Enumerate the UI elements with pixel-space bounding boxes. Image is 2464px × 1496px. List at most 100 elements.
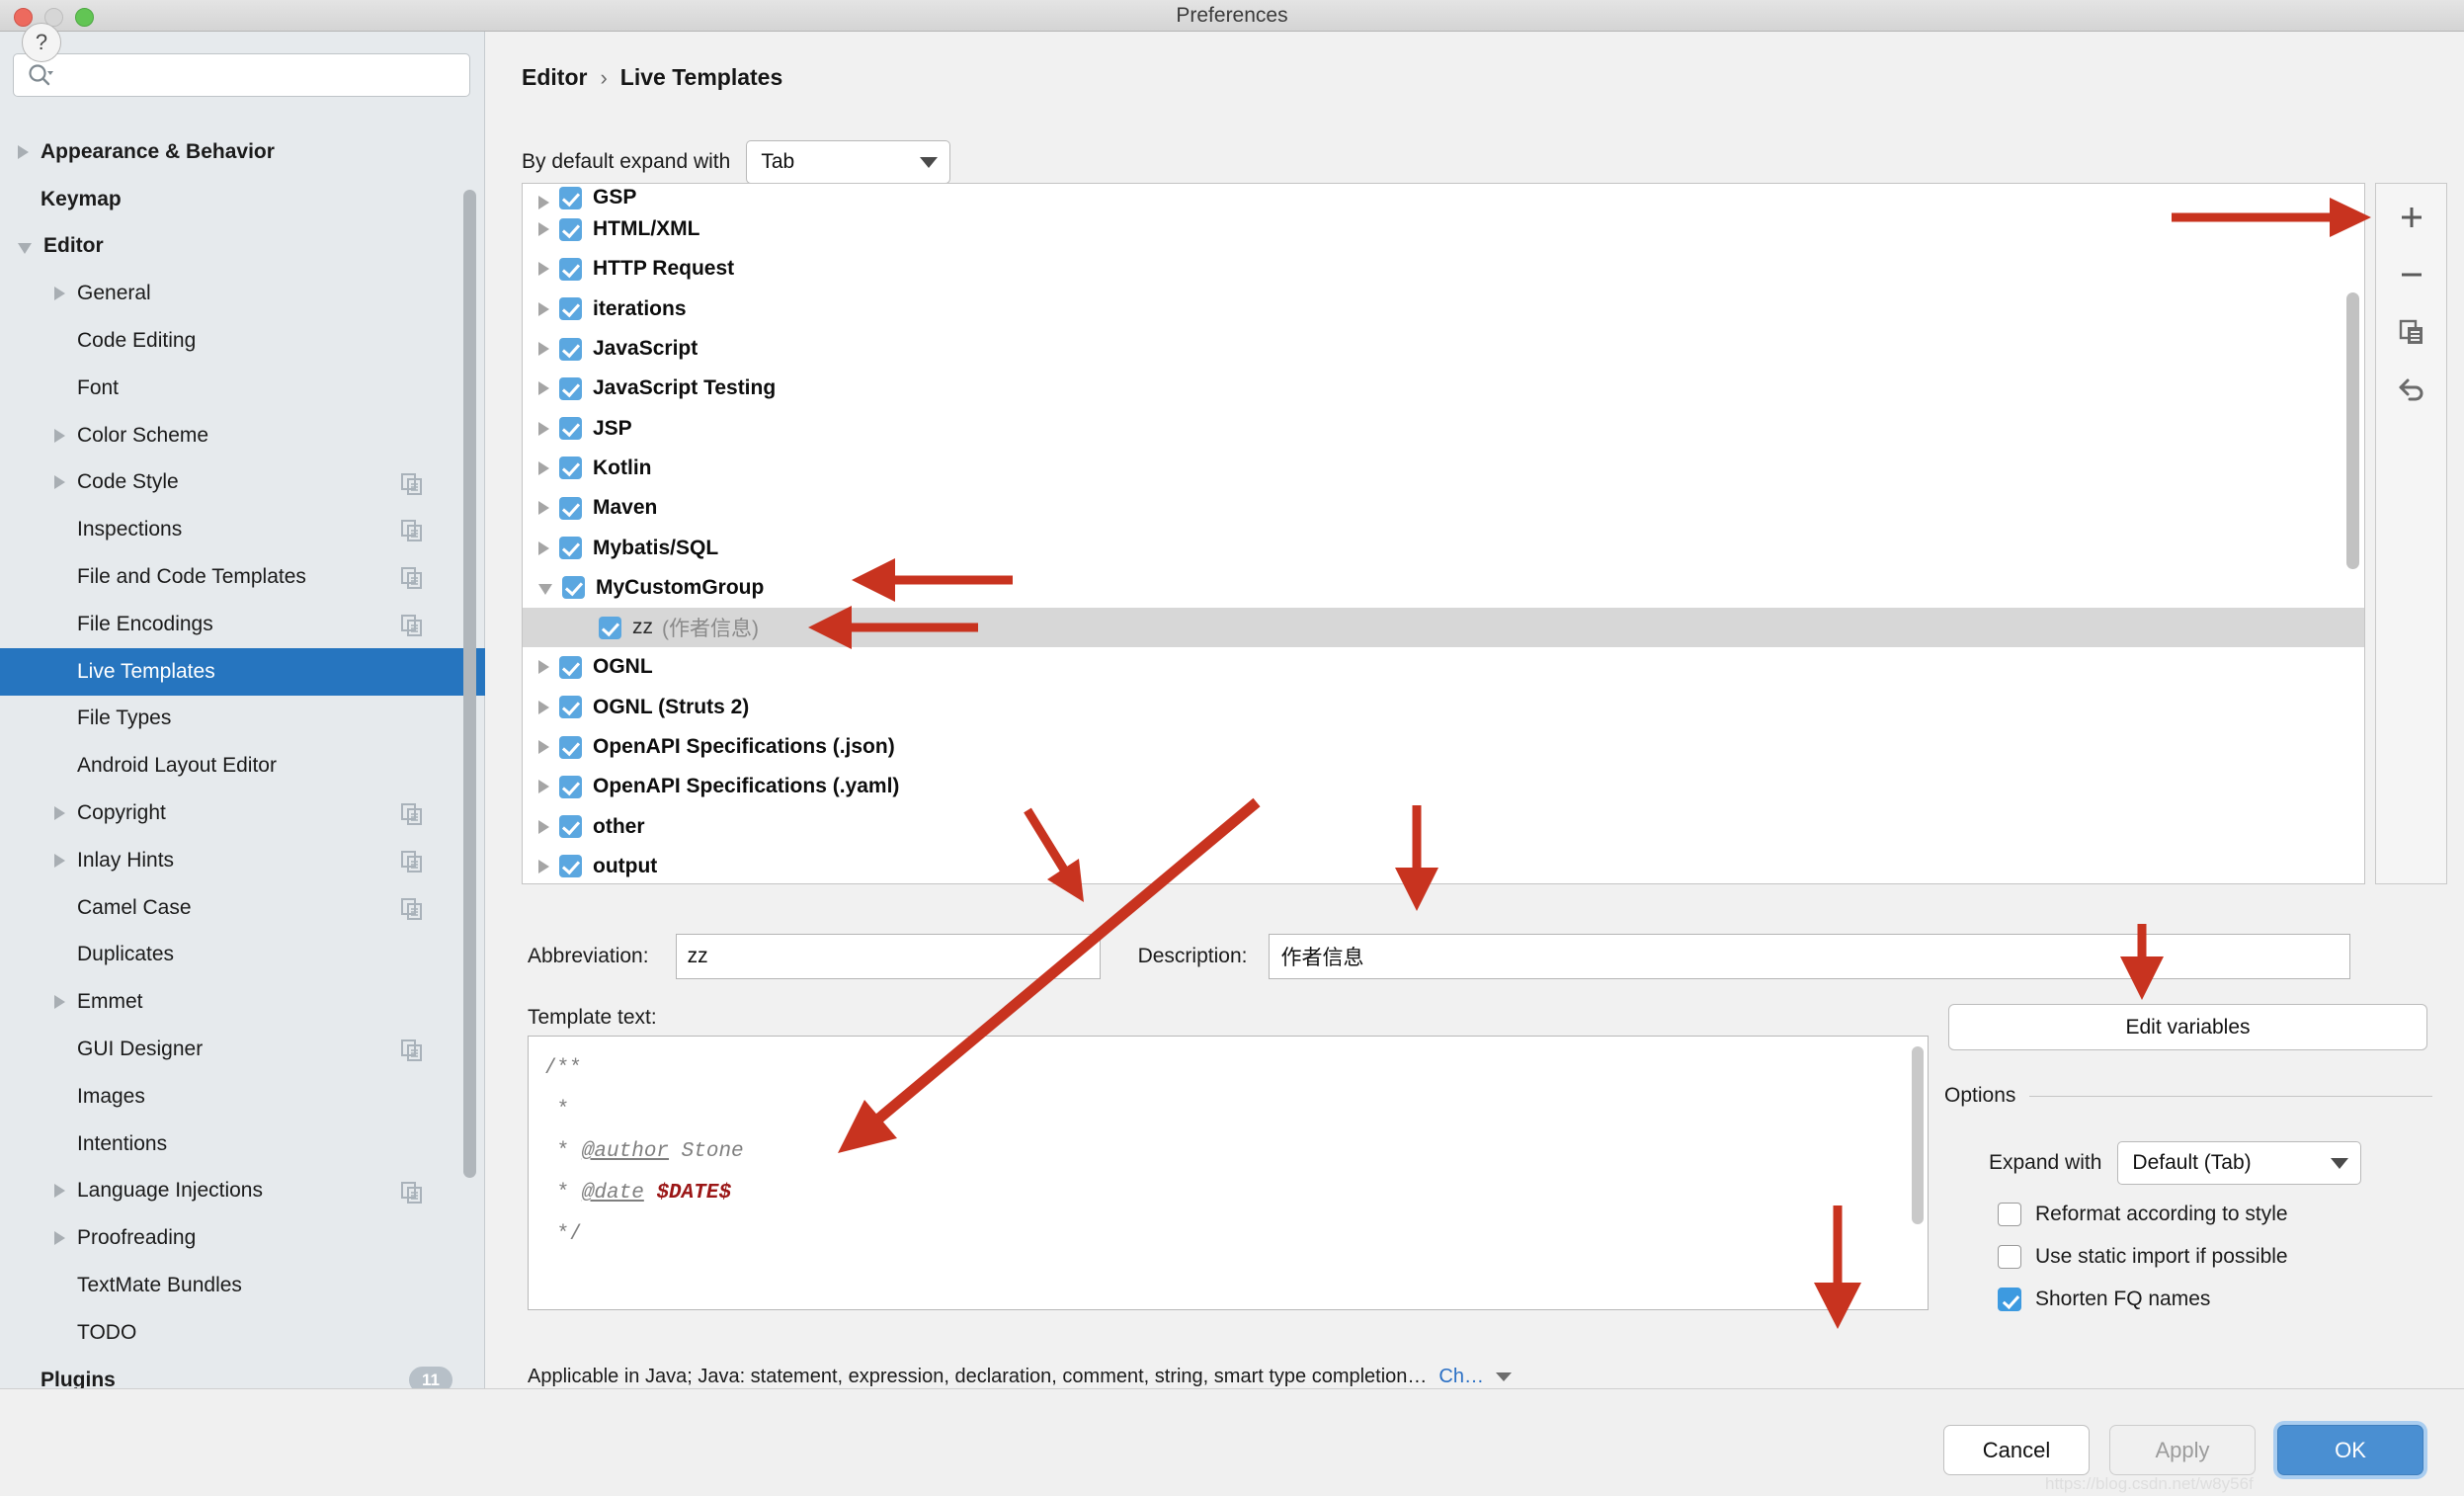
sidebar-item-proofreading[interactable]: Proofreading [0, 1214, 485, 1262]
chevron-right-icon[interactable] [538, 740, 549, 754]
sidebar-item-file-encodings[interactable]: File Encodings [0, 601, 485, 648]
chevron-right-icon[interactable] [54, 287, 65, 300]
chevron-right-icon[interactable] [538, 196, 549, 209]
template-group-checkbox[interactable] [559, 497, 582, 520]
chevron-right-icon[interactable] [538, 541, 549, 555]
template-text-editor[interactable]: /** * * @author Stone * @date $DATE$ */ [528, 1036, 1929, 1310]
sidebar-item-code-editing[interactable]: Code Editing [0, 317, 485, 365]
template-group-checkbox[interactable] [559, 417, 582, 440]
sidebar-item-appearance-behavior[interactable]: Appearance & Behavior [0, 128, 485, 176]
option-checkbox-row[interactable]: Use static import if possible [1998, 1245, 2288, 1269]
template-group-checkbox[interactable] [559, 338, 582, 361]
help-button[interactable]: ? [22, 23, 61, 62]
chevron-right-icon[interactable] [538, 701, 549, 714]
chevron-right-icon[interactable] [54, 1184, 65, 1198]
template-group-tree[interactable]: GSPHTML/XMLHTTP RequestiterationsJavaScr… [522, 183, 2365, 884]
chevron-right-icon[interactable] [538, 660, 549, 674]
sidebar-item-color-scheme[interactable]: Color Scheme [0, 412, 485, 459]
template-group-row[interactable]: JavaScript Testing [523, 369, 2364, 408]
option-checkbox-row[interactable]: Shorten FQ names [1998, 1288, 2210, 1311]
option-checkbox-row[interactable]: Reformat according to style [1998, 1203, 2288, 1226]
copy-settings-icon[interactable] [400, 1039, 424, 1067]
copy-settings-icon[interactable] [400, 850, 424, 878]
chevron-right-icon[interactable] [54, 475, 65, 489]
sidebar-item-intentions[interactable]: Intentions [0, 1121, 485, 1168]
copy-settings-icon[interactable] [400, 802, 424, 831]
copy-settings-icon[interactable] [400, 897, 424, 926]
ok-button[interactable]: OK [2277, 1425, 2423, 1475]
chevron-right-icon[interactable] [54, 429, 65, 443]
template-group-row[interactable]: JSP [523, 408, 2364, 448]
template-group-row[interactable]: OGNL (Struts 2) [523, 688, 2364, 727]
copy-settings-icon[interactable] [400, 519, 424, 547]
default-expand-select[interactable]: Tab [746, 140, 950, 184]
chevron-right-icon[interactable] [538, 461, 549, 475]
sidebar-item-camel-case[interactable]: Camel Case [0, 884, 485, 932]
option-checkbox[interactable] [1998, 1203, 2021, 1226]
sidebar-item-todo[interactable]: TODO [0, 1309, 485, 1357]
sidebar-item-language-injections[interactable]: Language Injections [0, 1168, 485, 1215]
template-group-row[interactable]: OpenAPI Specifications (.yaml) [523, 767, 2364, 806]
cancel-button[interactable]: Cancel [1943, 1425, 2090, 1475]
chevron-right-icon[interactable] [538, 422, 549, 436]
template-group-row[interactable]: OpenAPI Specifications (.json) [523, 727, 2364, 767]
sidebar-item-file-and-code-templates[interactable]: File and Code Templates [0, 553, 485, 601]
sidebar-scrollbar[interactable] [463, 190, 476, 1178]
sidebar-item-inspections[interactable]: Inspections [0, 506, 485, 553]
template-group-checkbox[interactable] [559, 537, 582, 559]
copy-settings-icon[interactable] [400, 1181, 424, 1209]
template-group-checkbox[interactable] [559, 815, 582, 838]
chevron-down-icon[interactable] [1496, 1372, 1512, 1381]
revert-icon[interactable] [2391, 372, 2432, 407]
sidebar-item-textmate-bundles[interactable]: TextMate Bundles [0, 1262, 485, 1309]
sidebar-item-file-types[interactable]: File Types [0, 696, 485, 743]
template-group-row[interactable]: Kotlin [523, 449, 2364, 488]
template-group-checkbox[interactable] [559, 187, 582, 209]
breadcrumb-parent[interactable]: Editor [522, 64, 587, 91]
chevron-right-icon[interactable] [538, 342, 549, 356]
copy-settings-icon[interactable] [400, 472, 424, 501]
template-group-checkbox[interactable] [559, 377, 582, 400]
template-group-checkbox[interactable] [559, 656, 582, 679]
copy-settings-icon[interactable] [400, 614, 424, 642]
template-group-row[interactable]: OGNL [523, 647, 2364, 687]
template-group-row[interactable]: other [523, 806, 2364, 846]
edit-variables-button[interactable]: Edit variables [1948, 1004, 2427, 1050]
template-tree-scrollbar[interactable] [2346, 292, 2359, 569]
sidebar-item-gui-designer[interactable]: GUI Designer [0, 1026, 485, 1073]
template-group-checkbox[interactable] [559, 855, 582, 877]
option-checkbox[interactable] [1998, 1288, 2021, 1311]
template-group-row[interactable]: MyCustomGroup [523, 568, 2364, 608]
sidebar-item-emmet[interactable]: Emmet [0, 978, 485, 1026]
template-group-checkbox[interactable] [559, 776, 582, 798]
option-checkbox[interactable] [1998, 1245, 2021, 1269]
chevron-right-icon[interactable] [54, 995, 65, 1009]
template-group-row[interactable]: GSP [523, 184, 2364, 209]
template-group-row[interactable]: HTML/XML [523, 209, 2364, 249]
template-group-checkbox[interactable] [599, 617, 621, 639]
sidebar-item-editor[interactable]: Editor [0, 223, 485, 271]
copy-settings-icon[interactable] [400, 566, 424, 595]
remove-icon[interactable] [2391, 257, 2432, 292]
sidebar-item-copyright[interactable]: Copyright [0, 790, 485, 837]
template-group-checkbox[interactable] [559, 696, 582, 718]
sidebar-item-general[interactable]: General [0, 270, 485, 317]
template-group-row[interactable]: Maven [523, 488, 2364, 528]
duplicate-icon[interactable] [2391, 314, 2432, 350]
chevron-right-icon[interactable] [18, 145, 29, 159]
template-group-checkbox[interactable] [562, 576, 585, 599]
chevron-right-icon[interactable] [538, 820, 549, 834]
chevron-right-icon[interactable] [538, 780, 549, 793]
sidebar-item-duplicates[interactable]: Duplicates [0, 932, 485, 979]
chevron-right-icon[interactable] [538, 222, 549, 236]
expand-with-select[interactable]: Default (Tab) [2117, 1141, 2361, 1185]
chevron-right-icon[interactable] [54, 854, 65, 868]
sidebar-item-keymap[interactable]: Keymap [0, 176, 485, 223]
template-text-scrollbar[interactable] [1912, 1046, 1924, 1224]
chevron-right-icon[interactable] [538, 501, 549, 515]
template-group-row[interactable]: zz(作者信息) [523, 608, 2364, 647]
template-group-checkbox[interactable] [559, 457, 582, 479]
chevron-down-icon[interactable] [18, 243, 32, 254]
template-group-checkbox[interactable] [559, 736, 582, 759]
sidebar-item-code-style[interactable]: Code Style [0, 459, 485, 507]
